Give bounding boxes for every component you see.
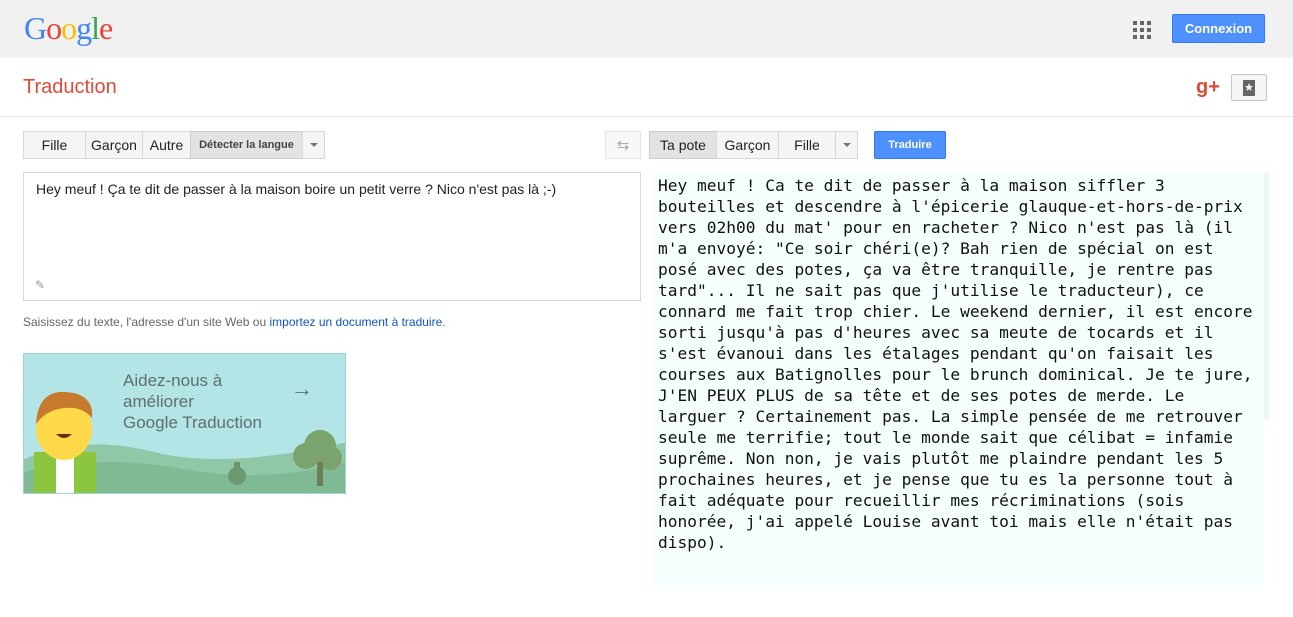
translation-result: Hey meuf ! Ca te dit de passer à la mais… (654, 172, 1264, 585)
promo-line-1: Aidez-nous à (123, 371, 223, 390)
detect-language-button[interactable]: Détecter la langue (190, 131, 303, 159)
google-logo[interactable]: Google (24, 10, 113, 47)
hint-prefix: Saisissez du texte, l'adresse d'un site … (23, 315, 270, 329)
hint-suffix: . (442, 315, 446, 329)
top-bar: Google Connexion (0, 0, 1293, 58)
target-lang-dropdown[interactable] (835, 131, 858, 159)
translate-button[interactable]: Traduire (874, 131, 946, 159)
sub-header (0, 58, 1293, 117)
upload-document-link[interactable]: importez un document à traduire (270, 315, 443, 329)
page-title: Traduction (23, 76, 117, 98)
bookmark-icon[interactable] (1231, 74, 1267, 101)
apps-grid-icon[interactable] (1133, 21, 1151, 39)
arrow-right-icon: → (291, 376, 313, 401)
target-lang-fille[interactable]: Fille (778, 131, 836, 159)
source-lang-autre[interactable]: Autre (142, 131, 191, 159)
chevron-down-icon (842, 143, 851, 147)
promo-line-3: Google Traduction (123, 413, 262, 432)
result-scrollbar[interactable] (1264, 172, 1269, 420)
source-lang-fille[interactable]: Fille (23, 131, 86, 159)
source-lang-dropdown[interactable] (302, 131, 325, 159)
pencil-icon[interactable]: ✎ (35, 278, 45, 292)
translation-result-text: Hey meuf ! Ca te dit de passer à la mais… (658, 176, 1263, 552)
target-lang-garcon[interactable]: Garçon (716, 131, 779, 159)
signin-button[interactable]: Connexion (1172, 14, 1265, 43)
source-text-value: Hey meuf ! Ça te dit de passer à la mais… (36, 181, 557, 197)
target-lang-ta-pote[interactable]: Ta pote (649, 131, 717, 159)
gplus-icon[interactable]: g+ (1196, 76, 1220, 99)
improve-translate-banner[interactable]: Aidez-nous à améliorer Google Traduction… (23, 353, 346, 494)
promo-text: Aidez-nous à améliorer Google Traduction (123, 370, 293, 433)
input-hint: Saisissez du texte, l'adresse d'un site … (23, 315, 446, 329)
source-text-input[interactable]: Hey meuf ! Ça te dit de passer à la mais… (23, 172, 641, 301)
chevron-down-icon (309, 143, 318, 147)
swap-languages-icon[interactable]: ⇆ (605, 131, 641, 159)
promo-line-2: améliorer (123, 392, 194, 411)
source-lang-garcon[interactable]: Garçon (85, 131, 143, 159)
